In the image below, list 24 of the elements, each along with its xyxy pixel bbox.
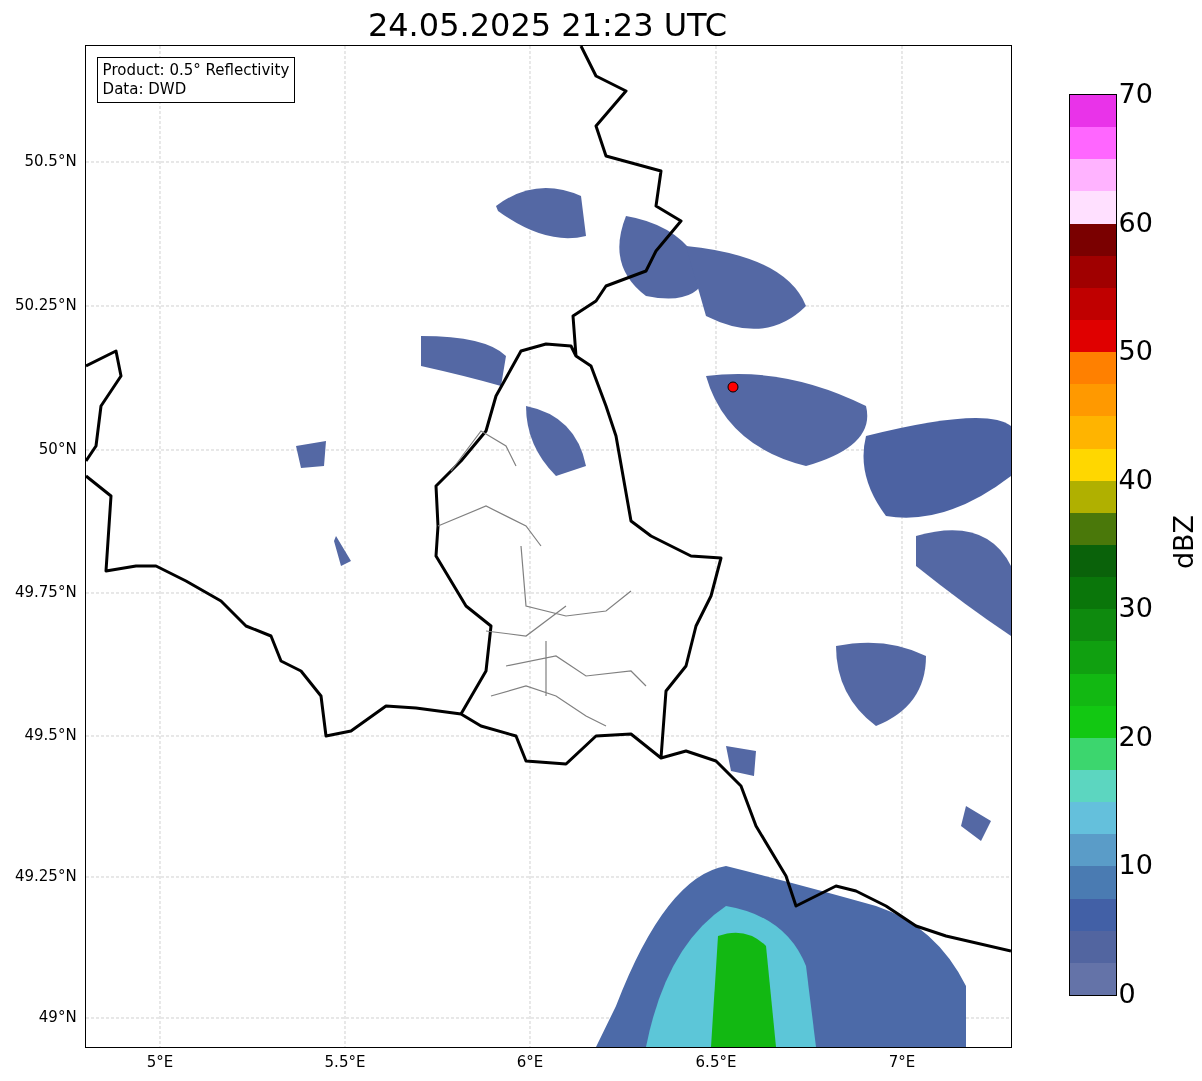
longitude-label: 6°E <box>515 1053 545 1071</box>
latitude-label: 49.25°N <box>14 866 77 886</box>
latitude-label: 50°N <box>38 439 77 459</box>
colorbar-tick-label: 70 <box>1118 78 1153 110</box>
colorbar-tick-label: 60 <box>1118 206 1153 239</box>
info-text: Product: 0.5° Reflectivity <box>102 61 290 80</box>
latitude-label: 50.25°N <box>14 295 77 315</box>
colorbar-label: dBZ <box>1167 514 1200 570</box>
latitude-label: 50.5°N <box>24 151 77 171</box>
longitude-label: 5°E <box>145 1053 175 1071</box>
longitude-label: 7°E <box>887 1053 917 1071</box>
colorbar-tick-label: 10 <box>1118 849 1153 882</box>
chart-title: 24.05.2025 21:23 UTC <box>366 5 729 45</box>
info-text: Data: DWD <box>102 80 188 99</box>
longitude-label: 5.5°E <box>323 1053 367 1071</box>
colorbar-tick-label: 40 <box>1118 463 1153 496</box>
latitude-label: 49.5°N <box>24 725 77 745</box>
colorbar-tick-label: 50 <box>1118 335 1153 368</box>
colorbar-tick-label: 30 <box>1118 592 1153 625</box>
longitude-label: 6.5°E <box>694 1053 738 1071</box>
colorbar-tick-label: 0 <box>1118 978 1136 1010</box>
latitude-label: 49.75°N <box>14 582 77 602</box>
colorbar-tick-label: 20 <box>1118 720 1153 753</box>
latitude-label: 49°N <box>38 1007 77 1027</box>
